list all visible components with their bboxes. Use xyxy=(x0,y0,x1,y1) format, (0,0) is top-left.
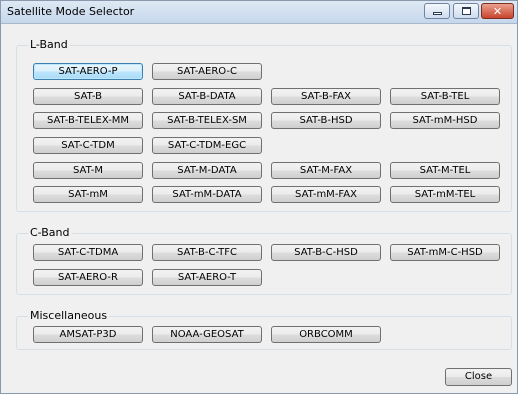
mode-button-sat-aero-t[interactable]: SAT-AERO-T xyxy=(152,269,262,286)
mode-button-sat-mm[interactable]: SAT-mM xyxy=(33,186,143,203)
title-bar: Satellite Mode Selector ✕ xyxy=(1,1,517,24)
close-button[interactable]: Close xyxy=(445,368,512,386)
mode-button-sat-m-fax[interactable]: SAT-M-FAX xyxy=(271,162,381,179)
mode-button-sat-aero-r[interactable]: SAT-AERO-R xyxy=(33,269,143,286)
mode-button-sat-b[interactable]: SAT-B xyxy=(33,88,143,105)
mode-button-sat-b-telex-sm[interactable]: SAT-B-TELEX-SM xyxy=(152,112,262,129)
mode-button-sat-c-tdma[interactable]: SAT-C-TDMA xyxy=(33,244,143,261)
mode-button-sat-b-tel[interactable]: SAT-B-TEL xyxy=(390,88,500,105)
window-title: Satellite Mode Selector xyxy=(7,5,135,18)
mode-button-sat-m-tel[interactable]: SAT-M-TEL xyxy=(390,162,500,179)
satellite-mode-selector-window: Satellite Mode Selector ✕ L-Band SAT-AER… xyxy=(0,0,518,394)
mode-button-sat-mm-data[interactable]: SAT-mM-DATA xyxy=(152,186,262,203)
mode-button-sat-mm-c-hsd[interactable]: SAT-mM-C-HSD xyxy=(390,244,500,261)
mode-button-sat-mm-hsd[interactable]: SAT-mM-HSD xyxy=(390,112,500,129)
mode-button-sat-b-c-hsd[interactable]: SAT-B-C-HSD xyxy=(271,244,381,261)
mode-button-sat-b-telex-mm[interactable]: SAT-B-TELEX-MM xyxy=(33,112,143,129)
mode-button-sat-c-tdm-egc[interactable]: SAT-C-TDM-EGC xyxy=(152,137,262,154)
mode-button-sat-c-tdm[interactable]: SAT-C-TDM xyxy=(33,137,143,154)
mode-button-sat-b-hsd[interactable]: SAT-B-HSD xyxy=(271,112,381,129)
mode-button-sat-aero-c[interactable]: SAT-AERO-C xyxy=(152,63,262,80)
mode-button-sat-mm-fax[interactable]: SAT-mM-FAX xyxy=(271,186,381,203)
window-close-button[interactable]: ✕ xyxy=(481,3,514,19)
maximize-icon xyxy=(461,7,471,15)
mode-button-sat-mm-tel[interactable]: SAT-mM-TEL xyxy=(390,186,500,203)
mode-button-amsat-p3d[interactable]: AMSAT-P3D xyxy=(33,326,143,343)
mode-button-sat-m-data[interactable]: SAT-M-DATA xyxy=(152,162,262,179)
cband-label: C-Band xyxy=(28,226,72,239)
mode-button-sat-b-data[interactable]: SAT-B-DATA xyxy=(152,88,262,105)
mode-button-noaa-geosat[interactable]: NOAA-GEOSAT xyxy=(152,326,262,343)
minimize-icon xyxy=(432,12,442,15)
mode-button-sat-b-fax[interactable]: SAT-B-FAX xyxy=(271,88,381,105)
mode-button-sat-m[interactable]: SAT-M xyxy=(33,162,143,179)
misc-label: Miscellaneous xyxy=(28,309,110,322)
maximize-button[interactable] xyxy=(453,3,479,19)
mode-button-sat-aero-p[interactable]: SAT-AERO-P xyxy=(33,63,143,80)
close-icon: ✕ xyxy=(492,4,503,18)
mode-button-orbcomm[interactable]: ORBCOMM xyxy=(271,326,381,343)
mode-button-sat-b-c-tfc[interactable]: SAT-B-C-TFC xyxy=(152,244,262,261)
minimize-button[interactable] xyxy=(424,3,450,19)
lband-label: L-Band xyxy=(28,38,70,51)
